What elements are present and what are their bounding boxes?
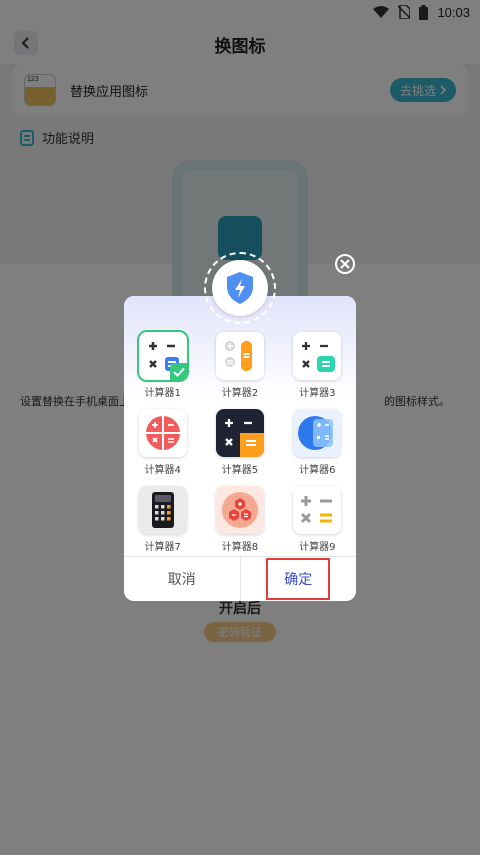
icon-label: 计算器7: [144, 542, 181, 553]
icon-label: 计算器4: [144, 465, 181, 476]
close-icon: [340, 259, 350, 269]
icon-picker-dialog: 计算器1 计算器2 计算器3 计算器4 计算器5 计算器6 计算器7 计算器8 …: [124, 252, 356, 601]
icon-label: 计算器3: [299, 388, 336, 399]
calculator-icon[interactable]: [215, 409, 264, 457]
icon-option-4[interactable]: 计算器4: [124, 409, 201, 476]
calculator-icon[interactable]: [215, 332, 264, 380]
shield-circle: [212, 260, 268, 316]
shield-badge: [204, 252, 276, 324]
confirm-highlight-box: [266, 558, 330, 600]
icon-option-9[interactable]: 计算器9: [279, 486, 356, 553]
shield-lightning-icon: [227, 272, 253, 304]
selected-check-icon: [169, 363, 187, 380]
calculator-icon[interactable]: [293, 332, 342, 380]
icon-label: 计算器5: [221, 465, 259, 476]
calculator-icon[interactable]: [138, 486, 187, 534]
icon-label: 计算器2: [221, 388, 259, 399]
icon-option-8[interactable]: 计算器8: [201, 486, 278, 553]
icon-label: 计算器6: [299, 465, 336, 476]
icon-label: 计算器9: [299, 542, 336, 553]
calculator-icon[interactable]: [215, 486, 264, 534]
icon-option-7[interactable]: 计算器7: [124, 486, 201, 553]
icon-grid: 计算器1 计算器2 计算器3 计算器4 计算器5 计算器6 计算器7 计算器8 …: [124, 330, 356, 553]
icon-option-3[interactable]: 计算器3: [279, 332, 356, 399]
icon-option-5[interactable]: 计算器5: [201, 409, 278, 476]
icon-option-6[interactable]: 计算器6: [279, 409, 356, 476]
calculator-icon[interactable]: [136, 330, 189, 382]
icon-option-1[interactable]: 计算器1: [124, 330, 201, 399]
calculator-icon[interactable]: [293, 409, 342, 457]
close-button[interactable]: [335, 254, 355, 274]
icon-label: 计算器1: [144, 388, 181, 399]
cancel-button[interactable]: 取消: [124, 557, 241, 601]
calculator-icon[interactable]: [293, 486, 342, 534]
icon-label: 计算器8: [221, 542, 259, 553]
calculator-icon[interactable]: [138, 409, 187, 457]
icon-option-2[interactable]: 计算器2: [201, 332, 278, 399]
